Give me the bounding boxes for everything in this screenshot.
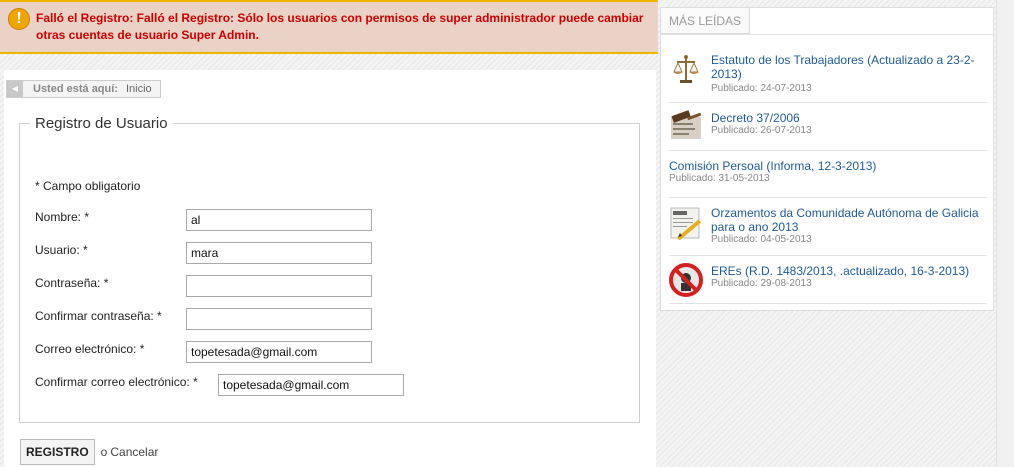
username-input[interactable] — [186, 242, 372, 264]
username-label: Usuario: * — [35, 243, 88, 257]
scales-of-justice-icon — [669, 52, 703, 86]
list-item: Orzamentos da Comunidade Autónoma de Gal… — [669, 198, 987, 256]
article-date: Publicado: 24-07-2013 — [711, 83, 812, 94]
chevron-left-icon: ◀ — [7, 81, 23, 97]
email-input[interactable] — [186, 341, 372, 363]
article-date: Publicado: 04-05-2013 — [711, 234, 812, 245]
name-label: Nombre: * — [35, 210, 90, 224]
email-label: Correo electrónico: * — [35, 342, 145, 356]
list-item: Estatuto de los Trabajadores (Actualizad… — [669, 46, 987, 103]
confirm-password-label: Confirmar contraseña: * — [35, 309, 162, 323]
error-message-text: Falló el Registro: Falló el Registro: Só… — [36, 11, 644, 42]
or-text: o — [100, 445, 108, 459]
article-title-link[interactable]: Comisión Persoal (Informa, 12-3-2013) — [669, 159, 986, 173]
name-input[interactable] — [186, 209, 372, 231]
prohibited-sign-icon — [669, 263, 703, 297]
exclamation-icon: ! — [8, 8, 30, 30]
article-title-link[interactable]: Decreto 37/2006 — [711, 111, 986, 125]
article-title-link[interactable]: EREs (R.D. 1483/2013, .actualizado, 16-3… — [711, 264, 986, 278]
list-item: Comisión Persoal (Informa, 12-3-2013) Pu… — [669, 151, 987, 198]
form-actions: REGISTRO o Cancelar — [20, 439, 158, 465]
tab-divider — [661, 34, 993, 35]
breadcrumb-home-link[interactable]: Inicio — [126, 81, 152, 97]
article-date: Publicado: 29-08-2013 — [711, 278, 812, 289]
hammer-document-icon — [669, 109, 703, 143]
confirm-email-label: Confirmar correo electrónico: * — [35, 375, 198, 389]
list-item: Decreto 37/2006 Publicado: 26-07-2013 — [669, 103, 987, 151]
cancel-link[interactable]: Cancelar — [110, 445, 158, 459]
required-note: * Campo obligatorio — [35, 179, 141, 193]
article-title-link[interactable]: Estatuto de los Trabajadores (Actualizad… — [711, 53, 986, 81]
register-button[interactable]: REGISTRO — [20, 439, 95, 465]
tab-most-read[interactable]: MÁS LEÍDAS — [661, 8, 751, 34]
error-message-box: ! Falló el Registro: Falló el Registro: … — [0, 0, 658, 54]
list-item: EREs (R.D. 1483/2013, .actualizado, 16-3… — [669, 256, 987, 304]
most-read-panel: MÁS LEÍDAS Estatuto de los Trabajadores … — [660, 7, 994, 311]
main-content: ◀ Usted está aquí: Inicio Registro de Us… — [4, 70, 656, 467]
page-scrollbar[interactable] — [996, 0, 1014, 467]
article-title-link[interactable]: Orzamentos da Comunidade Autónoma de Gal… — [711, 206, 986, 234]
confirm-email-input[interactable] — [218, 374, 404, 396]
breadcrumb-label: Usted está aquí: — [33, 83, 118, 95]
form-legend: Registro de Usuario — [35, 115, 168, 132]
password-input[interactable] — [186, 275, 372, 297]
article-date: Publicado: 31-05-2013 — [669, 173, 770, 184]
confirm-password-input[interactable] — [186, 308, 372, 330]
breadcrumb: ◀ Usted está aquí: Inicio — [6, 80, 161, 98]
pencil-document-icon — [669, 206, 703, 240]
registration-fieldset: Registro de Usuario * Campo obligatorio … — [19, 115, 640, 423]
password-label: Contraseña: * — [35, 276, 109, 290]
article-date: Publicado: 26-07-2013 — [711, 125, 812, 136]
